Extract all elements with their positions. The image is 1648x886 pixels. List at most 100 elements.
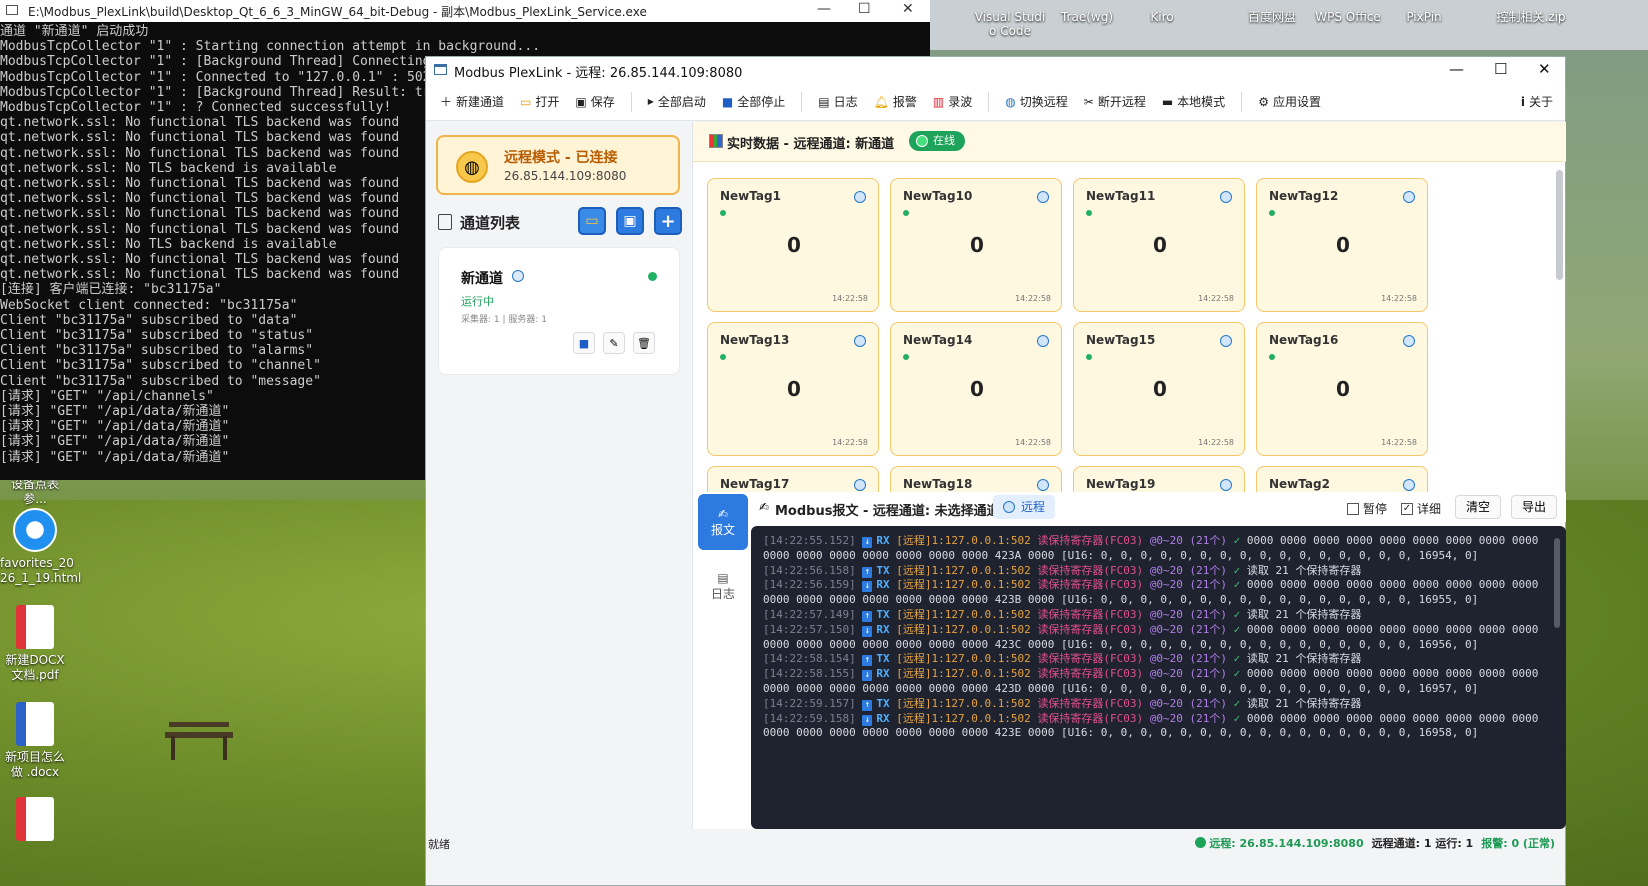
console-titlebar[interactable]: E:\Modbus_PlexLink\build\Desktop_Qt_6_6_… bbox=[0, 0, 930, 22]
desktop-icon-pdf[interactable]: 新建DOCX 文档.pdf bbox=[0, 605, 70, 683]
tag-card[interactable]: NewTag13 0 14:22:58 bbox=[707, 322, 879, 456]
channel-card[interactable]: 新通道 运行中 采集器: 1 | 服务器: 1 ■ ✎ 🗑︎ bbox=[438, 247, 680, 375]
app-settings-button[interactable]: ⚙ 应用设置 bbox=[1258, 93, 1321, 110]
desktop-icon-label: 新项目怎么做 .docx bbox=[4, 750, 65, 779]
tab-messages[interactable]: ✍ 报文 bbox=[698, 494, 748, 550]
log-function: 读保持寄存器(FC03) bbox=[1037, 667, 1144, 681]
log-range: @0~20 (21个) bbox=[1149, 563, 1228, 577]
globe-icon bbox=[1403, 335, 1415, 347]
log-direction: RX bbox=[876, 622, 890, 636]
desktop-icon-kiro[interactable]: Kiro bbox=[1122, 0, 1202, 48]
close-icon[interactable]: ✕ bbox=[1538, 60, 1551, 78]
desktop-icon-pdf-2[interactable] bbox=[0, 797, 70, 845]
globe-icon: ◍ bbox=[1005, 94, 1016, 109]
about-button[interactable]: i 关于 bbox=[1521, 93, 1553, 110]
arrow-down-icon: ↓ bbox=[862, 670, 873, 682]
record-button[interactable]: ▥ 录波 bbox=[933, 93, 972, 110]
desktop-icon-pixpin[interactable]: PixPin bbox=[1384, 0, 1464, 48]
gear-icon: ⚙ bbox=[1258, 94, 1269, 109]
edit-channel-button[interactable]: ✎ bbox=[603, 332, 625, 354]
globe-icon bbox=[1220, 335, 1232, 347]
globe-icon bbox=[512, 270, 524, 282]
message-log-header: ✍ Modbus报文 - 远程通道: 未选择通道 远程 暂停 ✓ 详细 清空 导出 bbox=[751, 492, 1566, 522]
save-icon: ▣ bbox=[623, 213, 637, 229]
detail-checkbox[interactable]: ✓ 详细 bbox=[1401, 500, 1441, 517]
desktop-icon-trae[interactable]: Trae(wg) bbox=[1047, 0, 1127, 48]
app-window[interactable]: Modbus PlexLink - 远程: 26.85.144.109:8080… bbox=[425, 56, 1566, 886]
new-channel-button[interactable]: ＋新建通道 bbox=[440, 93, 504, 110]
alarm-button[interactable]: 🔔︎ 报警 bbox=[874, 93, 917, 110]
switch-remote-button[interactable]: ◍ 切换远程 bbox=[1005, 93, 1068, 110]
open-channel-button[interactable]: ▭ bbox=[578, 207, 606, 235]
tag-card[interactable]: NewTag11 0 14:22:58 bbox=[1073, 178, 1245, 312]
close-icon[interactable]: ✕ bbox=[902, 1, 914, 17]
disconnect-remote-button[interactable]: ✂ 断开远程 bbox=[1084, 93, 1146, 110]
remote-status-title: 远程模式 - 已连接 bbox=[504, 150, 618, 166]
desktop-icon-baidu[interactable]: 百度网盘 bbox=[1232, 0, 1312, 48]
document-icon bbox=[438, 214, 452, 230]
play-icon: ▶ bbox=[647, 97, 654, 106]
desktop-icon-label: 新建DOCX 文档.pdf bbox=[5, 653, 65, 682]
check-icon: ✓ bbox=[1233, 607, 1241, 621]
wallpaper-bench bbox=[165, 722, 233, 762]
arrow-up-icon: ↑ bbox=[862, 699, 873, 711]
button-label: 打开 bbox=[535, 95, 560, 109]
minimize-icon[interactable]: — bbox=[817, 1, 831, 17]
arrow-up-icon: ↑ bbox=[862, 610, 873, 622]
desktop-icon-docx[interactable]: 新项目怎么做 .docx bbox=[0, 702, 70, 780]
pencil-icon: ✎ bbox=[609, 336, 619, 350]
tag-timestamp: 14:22:58 bbox=[1015, 294, 1051, 303]
log-button[interactable]: ▤ 日志 bbox=[818, 93, 857, 110]
tab-log[interactable]: ▤ 日志 bbox=[698, 558, 748, 614]
open-button[interactable]: ▭ 打开 bbox=[520, 93, 559, 110]
desktop-icon-html[interactable]: favorites_20 26_1_19.html bbox=[0, 508, 81, 586]
channel-list-title: 通道列表 bbox=[460, 214, 521, 232]
log-range: @0~20 (21个) bbox=[1149, 534, 1228, 547]
tag-name: NewTag13 bbox=[720, 333, 790, 347]
arrow-up-icon: ↑ bbox=[862, 566, 873, 578]
tag-timestamp: 14:22:58 bbox=[1381, 294, 1417, 303]
desktop-icon-folder[interactable]: 设备点表参... bbox=[0, 477, 70, 507]
tag-value: 0 bbox=[1153, 233, 1167, 257]
tag-name: NewTag10 bbox=[903, 189, 973, 203]
log-scrollbar[interactable] bbox=[1554, 538, 1560, 628]
console-app-icon bbox=[6, 5, 18, 15]
pause-checkbox[interactable]: 暂停 bbox=[1347, 500, 1387, 517]
pdf-file-icon bbox=[16, 605, 54, 649]
save-channel-button[interactable]: ▣ bbox=[616, 207, 644, 235]
desktop-icon-vscode[interactable]: Visual Studi o Code bbox=[970, 0, 1050, 48]
local-mode-button[interactable]: ▬ 本地模式 bbox=[1162, 93, 1225, 110]
desktop-icon-wps[interactable]: WPS Office bbox=[1308, 0, 1388, 48]
tag-card[interactable]: NewTag1 0 14:22:58 bbox=[707, 178, 879, 312]
add-channel-button[interactable]: + bbox=[654, 207, 682, 235]
export-button[interactable]: 导出 bbox=[1511, 495, 1558, 519]
maximize-icon[interactable]: ☐ bbox=[1494, 60, 1507, 78]
tag-card[interactable]: NewTag10 0 14:22:58 bbox=[890, 178, 1062, 312]
data-scrollbar[interactable] bbox=[1556, 170, 1563, 280]
maximize-icon[interactable]: ☐ bbox=[858, 1, 871, 17]
log-time: [14:22:58.154] bbox=[763, 652, 856, 666]
status-ready: 就绪 bbox=[428, 838, 450, 851]
tag-card[interactable]: NewTag14 0 14:22:58 bbox=[890, 322, 1062, 456]
log-range: @0~20 (21个) bbox=[1149, 652, 1228, 666]
minimize-icon[interactable]: — bbox=[1449, 60, 1464, 78]
log-time: [14:22:59.157] bbox=[763, 696, 856, 710]
desktop-icon-zip[interactable]: 控制相关.zip bbox=[1492, 0, 1570, 48]
tag-name: NewTag19 bbox=[1086, 477, 1156, 491]
stop-all-button[interactable]: ■ 全部停止 bbox=[722, 93, 785, 110]
plug-icon: ✂ bbox=[1083, 94, 1094, 109]
log-entry: [14:22:57.150] ↓ RX [远程]1:127.0.0.1:502 读… bbox=[763, 623, 1554, 653]
tag-card[interactable]: NewTag12 0 14:22:58 bbox=[1256, 178, 1428, 312]
delete-channel-button[interactable]: 🗑︎ bbox=[633, 332, 655, 354]
tag-card[interactable]: NewTag16 0 14:22:58 bbox=[1256, 322, 1428, 456]
tag-card[interactable]: NewTag15 0 14:22:58 bbox=[1073, 322, 1245, 456]
stop-channel-button[interactable]: ■ bbox=[573, 332, 595, 354]
start-all-button[interactable]: ▶ 全部启动 bbox=[648, 93, 706, 110]
clear-button[interactable]: 清空 bbox=[1455, 495, 1502, 519]
plus-icon: + bbox=[660, 210, 676, 232]
log-payload: 读取 21 个保持寄存器 bbox=[1246, 563, 1362, 577]
save-button[interactable]: ▣ 保存 bbox=[575, 93, 614, 110]
app-titlebar[interactable]: Modbus PlexLink - 远程: 26.85.144.109:8080… bbox=[426, 57, 1565, 83]
log-entry: [14:22:58.155] ↓ RX [远程]1:127.0.0.1:502 读… bbox=[763, 667, 1554, 697]
log-entry: [14:22:57.149] ↑ TX [远程]1:127.0.0.1:502 读… bbox=[763, 608, 1554, 623]
